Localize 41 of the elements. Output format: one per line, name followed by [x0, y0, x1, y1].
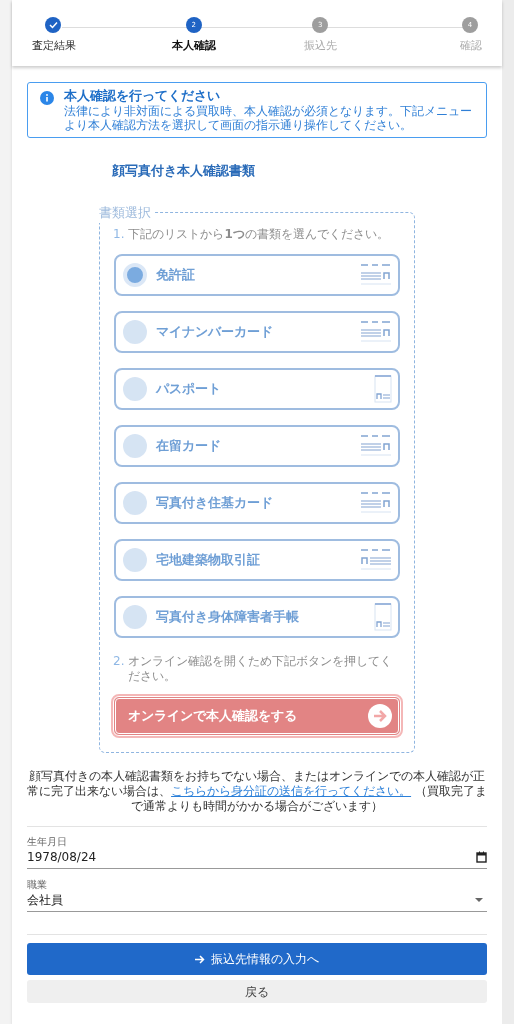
step-number: 1. — [113, 227, 125, 242]
upload-id-link[interactable]: こちらから身分証の送信を行ってください。 — [171, 784, 412, 798]
step-label: 確認 — [459, 38, 482, 54]
option-label: マイナンバーカード — [156, 323, 274, 342]
alert-title: 本人確認を行ってください — [64, 88, 221, 104]
date-field[interactable]: 生年月日 1978/08/24 — [27, 836, 487, 869]
calendar-icon[interactable] — [476, 851, 487, 863]
option-label: パスポート — [156, 380, 222, 399]
instruction-text: オンライン確認を開くため下記ボタンを押してください。 — [128, 654, 394, 684]
option-label: 写真付き住基カード — [156, 494, 274, 513]
field-label: 職業 — [27, 879, 48, 891]
option-label: 写真付き身体障害者手帳 — [156, 608, 300, 627]
next-button[interactable]: 振込先情報の入力へ — [27, 943, 487, 975]
id-card-icon — [360, 492, 392, 514]
info-icon — [40, 91, 54, 105]
check-icon — [48, 21, 58, 29]
field-value: 1978/08/24 — [27, 849, 97, 866]
id-card-icon — [360, 264, 392, 286]
dropdown-caret-icon[interactable] — [475, 898, 483, 902]
field-value: 会社員 — [27, 892, 63, 909]
step-label: 本人確認 — [171, 38, 216, 54]
alert-message: 法律により非対面による買取時、本人確認が必須となります。下記メニューより本人確認方法を選択して画面の指示通り操作してください。 — [64, 104, 473, 132]
arrow-right-icon — [368, 704, 392, 728]
back-button[interactable]: 戻る — [27, 980, 487, 1003]
fieldset-legend: 書類選択 — [99, 203, 155, 223]
arrow-right-icon — [195, 954, 205, 964]
booklet-icon — [374, 375, 392, 403]
option-label: 在留カード — [156, 437, 222, 456]
occupation-select[interactable]: 職業 会社員 — [27, 879, 487, 912]
field-label: 生年月日 — [27, 836, 68, 848]
section-title: 顔写真付き本人確認書類 — [112, 163, 255, 178]
note-text: 顔写真付きの本人確認書類をお持ちでない場合、またはオンラインでの本人確認が正常に完了出来ない場合は、こちらから身分証の送信を行ってください。 （買取完了まで通常よりも時間がかかる場合がございます） — [27, 769, 487, 814]
id-card-icon — [360, 549, 392, 571]
step-label: 査定結果 — [32, 38, 76, 54]
option-label: 免許証 — [156, 266, 196, 285]
option-label: 宅地建築物取引証 — [156, 551, 261, 570]
step-label: 振込先 — [303, 38, 337, 54]
id-card-icon — [360, 321, 392, 343]
step-number: 2. — [113, 654, 125, 670]
id-card-icon — [360, 435, 392, 457]
booklet-icon — [374, 603, 392, 631]
